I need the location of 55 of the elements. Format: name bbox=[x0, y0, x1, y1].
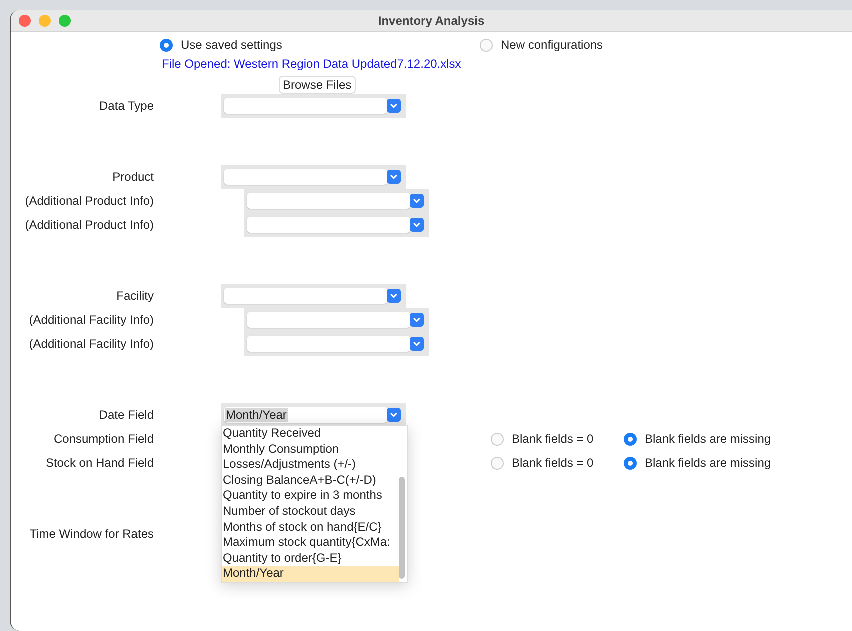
chevron-down-icon bbox=[410, 337, 424, 351]
dropdown[interactable] bbox=[221, 284, 406, 308]
dropdown[interactable] bbox=[221, 94, 406, 118]
field-label: Stock on Hand Field bbox=[44, 456, 154, 470]
dropdown-option[interactable]: Closing BalanceA+B-C(+/-D) bbox=[222, 472, 397, 488]
dropdown[interactable] bbox=[244, 189, 429, 213]
radio-button[interactable] bbox=[160, 38, 173, 52]
field-label: (Additional Facility Info) bbox=[28, 313, 154, 327]
dropdown-option[interactable]: Quantity to expire in 3 months bbox=[222, 488, 397, 504]
dropdown-option[interactable]: Monthly Consumption bbox=[222, 442, 397, 458]
dropdown[interactable] bbox=[221, 165, 406, 189]
field-label: Consumption Field bbox=[52, 432, 154, 446]
dropdown-option[interactable]: Quantity Received bbox=[222, 426, 397, 442]
dropdown[interactable] bbox=[244, 308, 429, 332]
radio-button[interactable] bbox=[624, 456, 637, 470]
dropdown[interactable] bbox=[244, 332, 429, 356]
field-label: Date Field bbox=[98, 408, 154, 422]
field-label: Time Window for Rates bbox=[28, 527, 154, 541]
dropdown-value: Month/Year bbox=[225, 408, 288, 422]
radio-label: New configurations bbox=[501, 38, 604, 52]
chevron-down-icon bbox=[387, 170, 401, 184]
dropdown-option[interactable]: Number of stockout days bbox=[222, 504, 397, 520]
file-status: File Opened: Western Region Data Updated7.12.20.xlsx bbox=[161, 57, 462, 73]
field-label: Facility bbox=[116, 289, 154, 303]
chevron-down-icon bbox=[410, 218, 424, 232]
radio-button[interactable] bbox=[491, 456, 504, 470]
field-label: (Additional Facility Info) bbox=[28, 337, 154, 351]
chevron-down-icon bbox=[410, 313, 424, 327]
dropdown-option[interactable]: Losses/Adjustments (+/-) bbox=[222, 457, 397, 473]
close-button[interactable] bbox=[19, 14, 31, 26]
dropdown-option[interactable]: Months of stock on hand{E/C} bbox=[222, 520, 397, 536]
dropdown[interactable]: Month/Year bbox=[221, 403, 406, 427]
radio-label: Blank fields are missing bbox=[645, 456, 772, 470]
dropdown-option[interactable]: Maximum stock quantity{CxMa: bbox=[222, 535, 397, 551]
browse-files-button[interactable]: Browse Files bbox=[279, 76, 356, 94]
field-label: Data Type bbox=[98, 99, 154, 113]
dropdown-option[interactable]: Quantity to order{G-E} bbox=[222, 550, 397, 566]
dropdown[interactable] bbox=[244, 213, 429, 237]
radio-button[interactable] bbox=[480, 38, 493, 52]
radio-label: Blank fields = 0 bbox=[512, 432, 594, 446]
chevron-down-icon bbox=[387, 99, 401, 113]
field-label: (Additional Product Info) bbox=[24, 218, 154, 232]
field-label: (Additional Product Info) bbox=[24, 194, 154, 208]
chevron-down-icon bbox=[387, 408, 401, 422]
dropdown-option[interactable]: Month/Year bbox=[222, 566, 399, 582]
chevron-down-icon bbox=[387, 289, 401, 303]
scrollbar-thumb[interactable] bbox=[399, 477, 405, 579]
radio-label: Use saved settings bbox=[181, 38, 282, 52]
window-title: Inventory Analysis bbox=[378, 14, 485, 28]
radio-label: Blank fields are missing bbox=[645, 432, 772, 446]
radio-button[interactable] bbox=[624, 432, 637, 446]
chevron-down-icon bbox=[410, 194, 424, 208]
field-label: Product bbox=[112, 170, 154, 184]
radio-button[interactable] bbox=[491, 432, 504, 446]
radio-label: Blank fields = 0 bbox=[512, 456, 594, 470]
